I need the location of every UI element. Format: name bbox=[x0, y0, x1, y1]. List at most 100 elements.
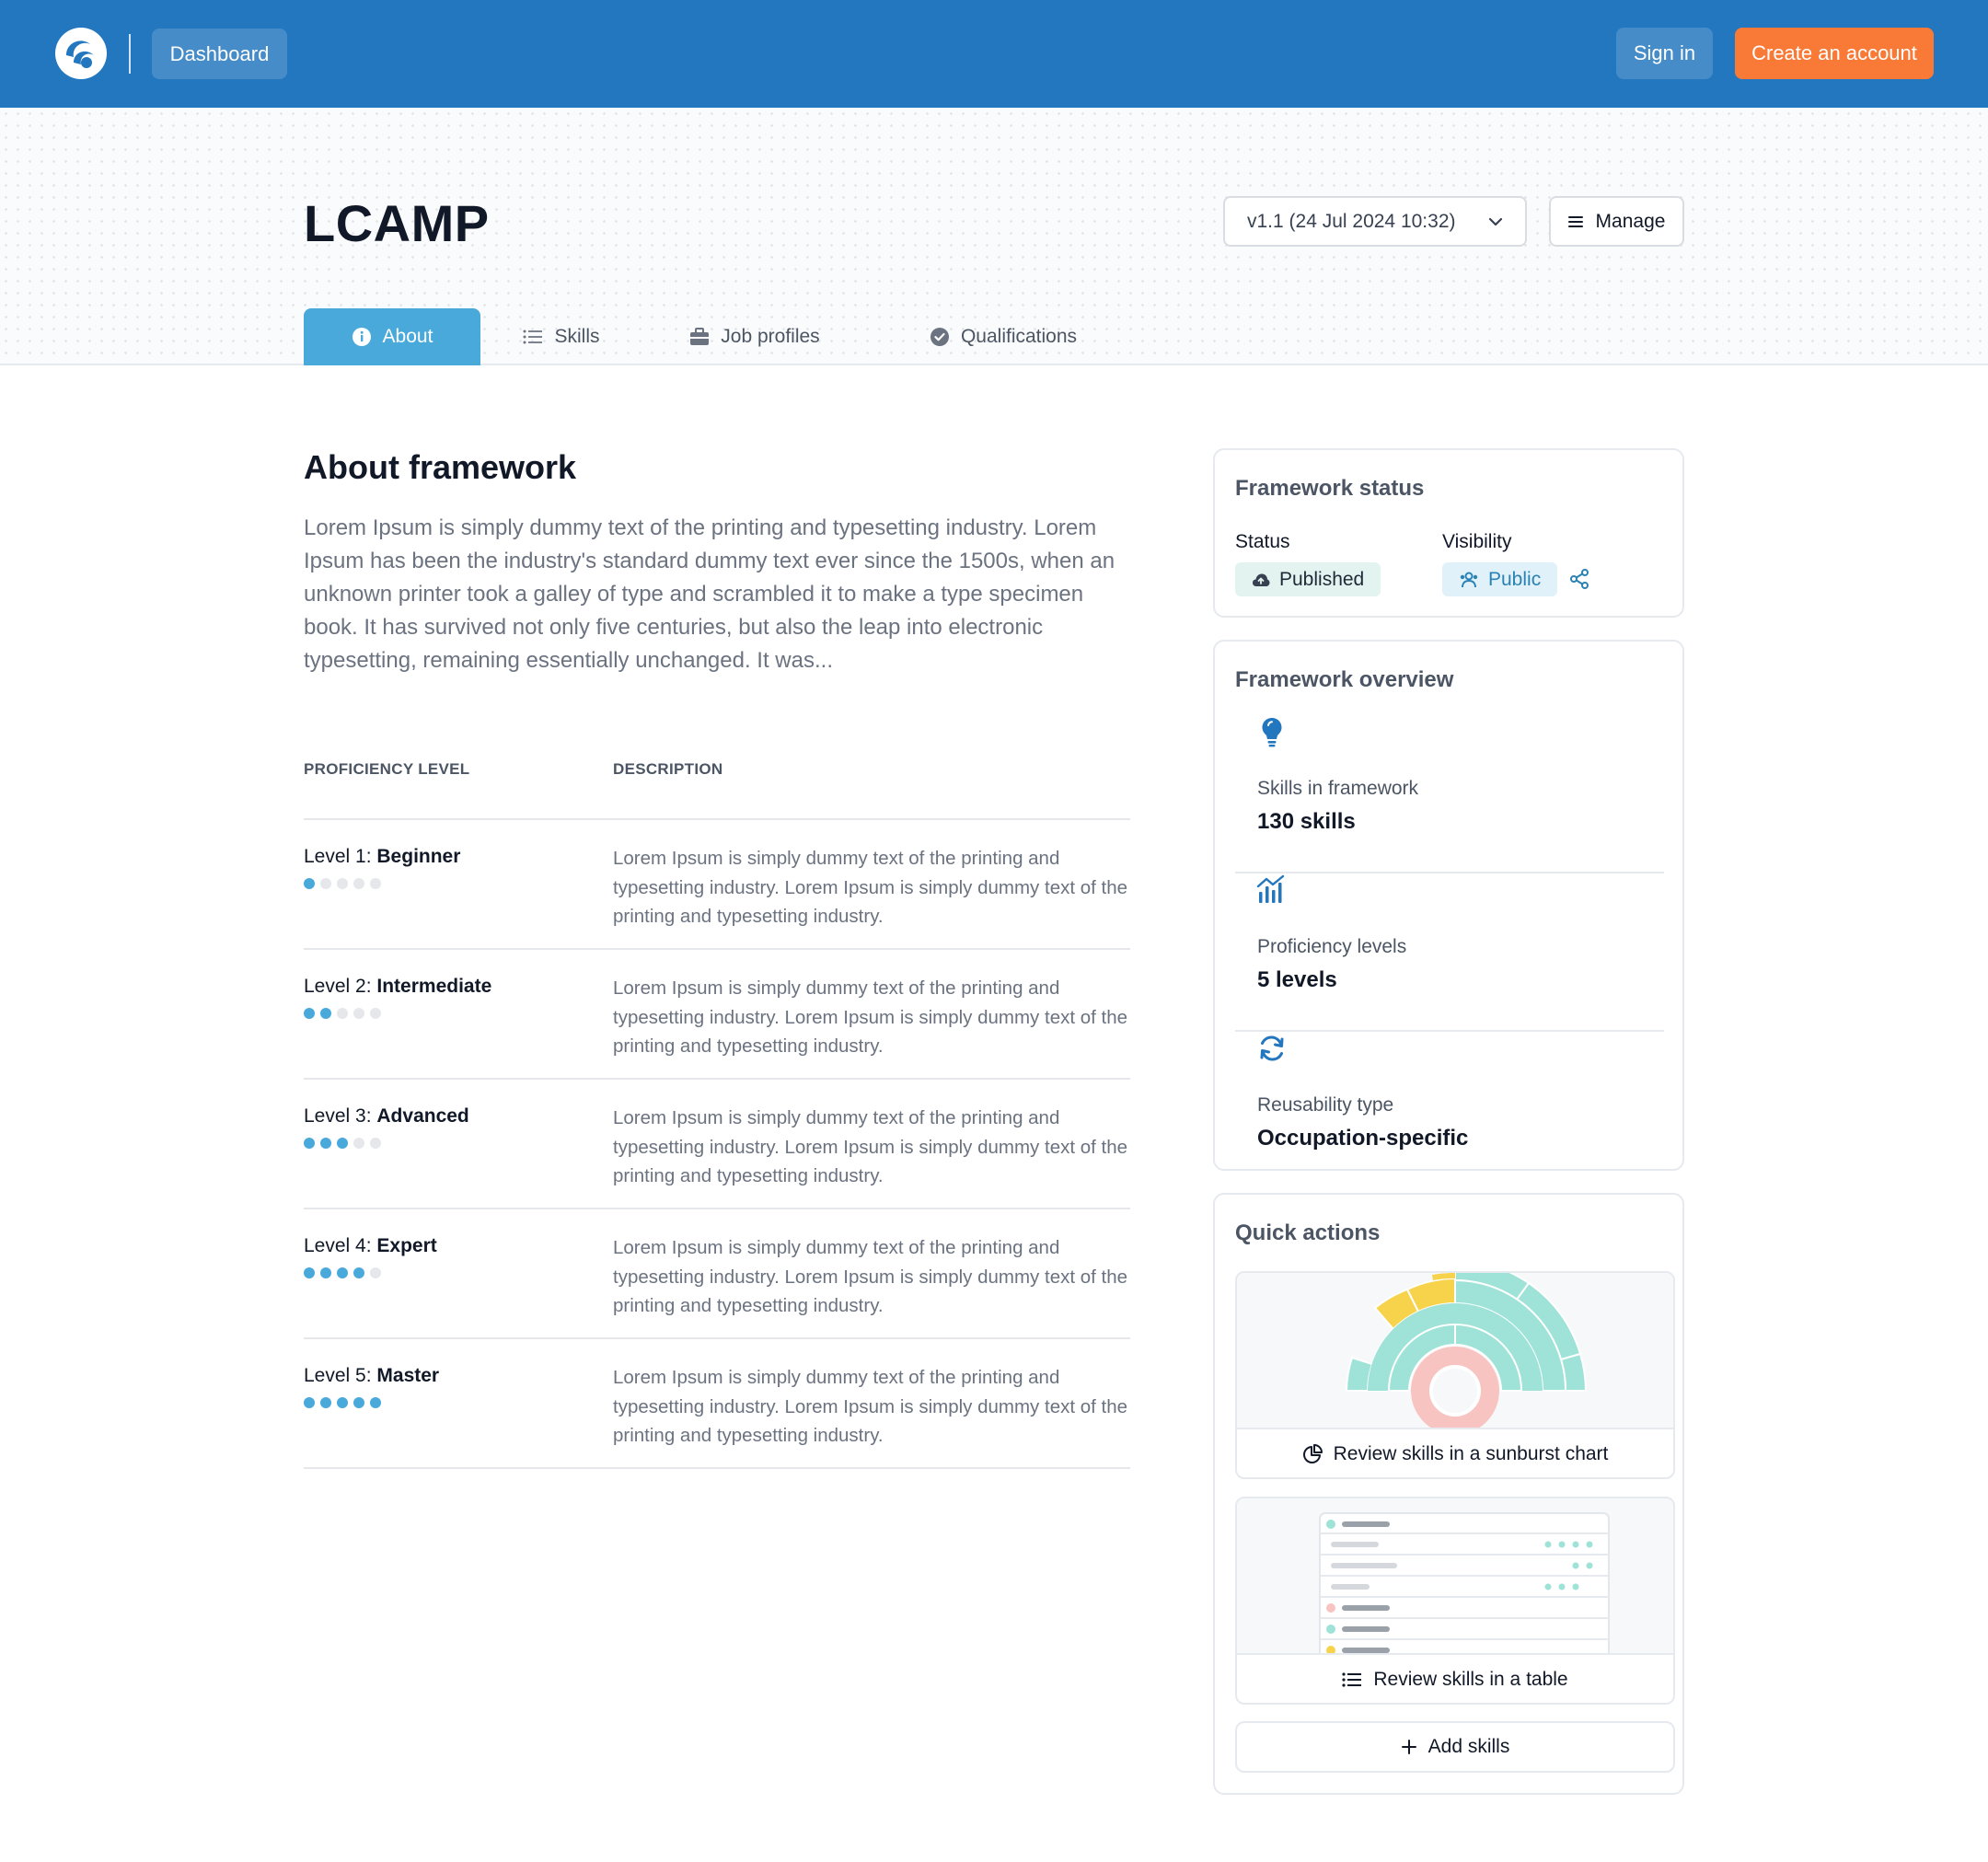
sunburst-illustration bbox=[1345, 1273, 1588, 1428]
menu-icon bbox=[1567, 215, 1583, 227]
level-label: Level 1: Beginner bbox=[304, 846, 461, 867]
card-title: Framework status bbox=[1235, 476, 1425, 501]
level-indicator bbox=[304, 1267, 381, 1278]
level-dot bbox=[337, 878, 348, 889]
level-label: Level 5: Master bbox=[304, 1365, 440, 1386]
visibility-badge: Public bbox=[1442, 562, 1558, 596]
level-indicator bbox=[304, 1138, 381, 1149]
framework-status-card: Framework status Status Visibility Publi… bbox=[1213, 448, 1684, 618]
visibility-value: Public bbox=[1488, 568, 1542, 590]
overview-value: Occupation-specific bbox=[1257, 1126, 1469, 1151]
level-dot bbox=[353, 1397, 364, 1408]
list-icon bbox=[523, 330, 543, 344]
badge-check-icon bbox=[930, 328, 949, 346]
tab-skills-label: Skills bbox=[554, 326, 600, 347]
overview-item-reusability: Reusability type Occupation-specific bbox=[1235, 1032, 1664, 1190]
level-dot bbox=[320, 1138, 331, 1149]
level-dot bbox=[337, 1267, 348, 1278]
level-label: Level 4: Expert bbox=[304, 1235, 437, 1256]
refresh-icon bbox=[1260, 1035, 1284, 1061]
add-skills-label: Add skills bbox=[1427, 1736, 1510, 1757]
lightbulb-icon bbox=[1262, 718, 1282, 747]
status-badge: Published bbox=[1235, 562, 1381, 596]
share-icon[interactable] bbox=[1568, 568, 1590, 590]
level-indicator bbox=[304, 1397, 381, 1408]
level-dot bbox=[370, 1267, 381, 1278]
tab-job-profiles[interactable]: Job profiles bbox=[672, 308, 838, 365]
tab-job-profiles-label: Job profiles bbox=[721, 326, 820, 347]
level-description: Lorem Ipsum is simply dummy text of the … bbox=[613, 1237, 1128, 1316]
list-icon bbox=[1342, 1672, 1362, 1687]
version-select[interactable]: v1.1 (24 Jul 2024 10:32) bbox=[1223, 196, 1527, 247]
table-illustration bbox=[1319, 1512, 1610, 1653]
table-row: Level 4: Expert Lorem Ipsum is simply du… bbox=[304, 1209, 1130, 1339]
table-row: Level 3: Advanced Lorem Ipsum is simply … bbox=[304, 1080, 1130, 1209]
manage-label: Manage bbox=[1595, 210, 1666, 232]
status-value: Published bbox=[1279, 568, 1365, 590]
framework-overview-card: Framework overview Skills in framework 1… bbox=[1213, 640, 1684, 1171]
skills-table-action[interactable]: Review skills in a table bbox=[1235, 1497, 1675, 1705]
app-logo-icon[interactable] bbox=[53, 26, 109, 81]
status-label: Status bbox=[1235, 531, 1290, 552]
level-dot bbox=[370, 1397, 381, 1408]
level-dot bbox=[370, 878, 381, 889]
manage-button[interactable]: Manage bbox=[1549, 196, 1684, 247]
card-title: Framework overview bbox=[1235, 667, 1454, 692]
level-dot bbox=[337, 1397, 348, 1408]
add-skills-button[interactable]: Add skills bbox=[1235, 1721, 1675, 1773]
level-dot bbox=[337, 1008, 348, 1019]
tab-qualifications[interactable]: Qualifications bbox=[911, 308, 1095, 365]
level-dot bbox=[353, 1138, 364, 1149]
dashboard-button[interactable]: Dashboard bbox=[152, 29, 287, 79]
level-dot bbox=[370, 1008, 381, 1019]
overview-value: 130 skills bbox=[1257, 809, 1356, 834]
chevron-down-icon bbox=[1488, 217, 1503, 226]
level-dot bbox=[304, 878, 315, 889]
level-label: Level 2: Intermediate bbox=[304, 976, 492, 997]
sign-in-button[interactable]: Sign in bbox=[1616, 28, 1713, 79]
info-icon bbox=[352, 328, 371, 346]
table-row: Level 2: Intermediate Lorem Ipsum is sim… bbox=[304, 950, 1130, 1080]
level-dot bbox=[304, 1397, 315, 1408]
about-title: About framework bbox=[304, 448, 577, 486]
overview-label: Skills in framework bbox=[1257, 778, 1419, 799]
users-icon bbox=[1460, 572, 1478, 587]
level-dot bbox=[320, 1008, 331, 1019]
table-row: Level 1: Beginner Lorem Ipsum is simply … bbox=[304, 820, 1130, 950]
tab-qualifications-label: Qualifications bbox=[960, 326, 1078, 347]
sunburst-preview bbox=[1237, 1273, 1673, 1429]
level-description: Lorem Ipsum is simply dummy text of the … bbox=[613, 1107, 1128, 1186]
level-dot bbox=[353, 1008, 364, 1019]
level-description: Lorem Ipsum is simply dummy text of the … bbox=[613, 1367, 1128, 1446]
level-description: Lorem Ipsum is simply dummy text of the … bbox=[613, 977, 1128, 1057]
briefcase-icon bbox=[690, 328, 710, 345]
level-dot bbox=[304, 1008, 315, 1019]
level-dot bbox=[320, 878, 331, 889]
overview-item-skills: Skills in framework 130 skills bbox=[1235, 715, 1664, 873]
table-preview bbox=[1237, 1498, 1673, 1655]
pie-chart-icon bbox=[1302, 1444, 1323, 1463]
level-dot bbox=[353, 1267, 364, 1278]
level-dot bbox=[304, 1138, 315, 1149]
version-value: v1.1 (24 Jul 2024 10:32) bbox=[1247, 210, 1456, 232]
column-header-description: DESCRIPTION bbox=[613, 760, 723, 778]
table-row: Level 5: Master Lorem Ipsum is simply du… bbox=[304, 1339, 1130, 1469]
level-dot bbox=[337, 1138, 348, 1149]
column-header-level: PROFICIENCY LEVEL bbox=[304, 760, 470, 778]
tab-about[interactable]: About bbox=[304, 308, 480, 365]
card-title: Quick actions bbox=[1235, 1220, 1381, 1245]
level-dot bbox=[320, 1397, 331, 1408]
create-account-button[interactable]: Create an account bbox=[1735, 28, 1934, 79]
sunburst-action-label: Review skills in a sunburst chart bbox=[1237, 1429, 1673, 1477]
level-dot bbox=[320, 1267, 331, 1278]
table-action-label: Review skills in a table bbox=[1237, 1655, 1673, 1703]
tab-skills[interactable]: Skills bbox=[506, 308, 617, 365]
level-dot bbox=[353, 878, 364, 889]
level-dot bbox=[304, 1267, 315, 1278]
visibility-label: Visibility bbox=[1442, 531, 1512, 552]
cloud-upload-icon bbox=[1253, 573, 1270, 586]
chart-levels-icon bbox=[1256, 874, 1285, 903]
sunburst-chart-action[interactable]: Review skills in a sunburst chart bbox=[1235, 1271, 1675, 1479]
overview-label: Proficiency levels bbox=[1257, 936, 1407, 957]
about-description: Lorem Ipsum is simply dummy text of the … bbox=[304, 515, 1115, 673]
